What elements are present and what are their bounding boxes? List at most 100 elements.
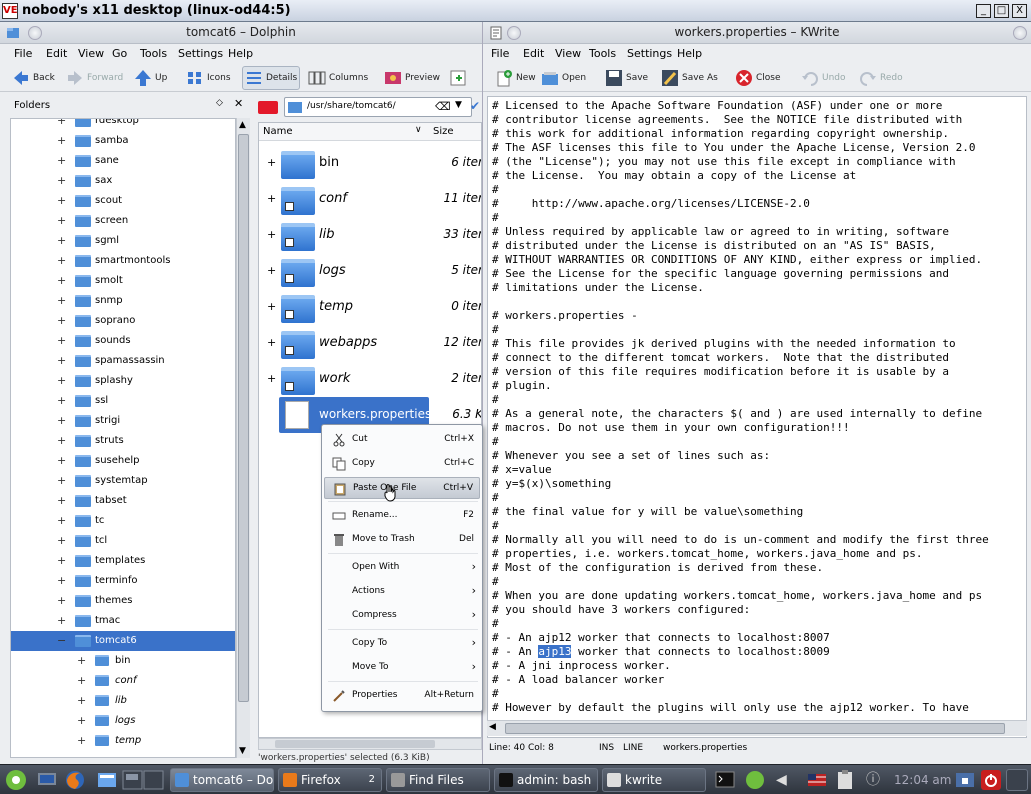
menu-item-move-to-trash[interactable]: Move to Trash Del xyxy=(324,529,480,551)
editor-line[interactable]: # WITHOUT WARRANTIES OR CONDITIONS OF AN… xyxy=(492,253,982,266)
pager-icon[interactable] xyxy=(122,769,164,791)
close-button[interactable]: X xyxy=(1012,4,1027,18)
expand-icon[interactable]: + xyxy=(57,574,66,587)
places-icon[interactable] xyxy=(258,99,278,115)
scroll-up-icon[interactable]: ▲ xyxy=(239,120,246,130)
editor-line-rest[interactable]: worker that connects to localhost:8009 xyxy=(571,645,830,658)
menu-file[interactable]: File xyxy=(491,47,509,60)
editor-line[interactable]: # plugin. xyxy=(492,379,552,392)
start-menu-icon[interactable] xyxy=(4,769,28,791)
editor-line[interactable]: # xyxy=(492,491,499,504)
file-row[interactable]: + lib 33 iter xyxy=(259,217,481,253)
editor-line[interactable]: # xyxy=(492,519,499,532)
chevron-down-icon[interactable]: ▼ xyxy=(455,100,462,110)
expand-icon[interactable]: + xyxy=(267,264,276,277)
expand-icon[interactable]: + xyxy=(77,734,86,747)
menu-view[interactable]: View xyxy=(78,47,104,60)
tree-item[interactable]: + themes xyxy=(11,591,235,611)
menu-item-rename[interactable]: Rename... F2 xyxy=(324,505,480,527)
taskbar-task[interactable]: kwrite xyxy=(602,768,706,792)
editor-line[interactable]: # xyxy=(492,211,499,224)
expand-icon[interactable]: + xyxy=(57,119,66,127)
text-editor[interactable]: # Licensed to the Apache Software Founda… xyxy=(487,96,1027,738)
selection-mode[interactable]: LINE xyxy=(623,743,643,753)
expand-icon[interactable]: + xyxy=(77,654,86,667)
editor-line[interactable]: # macros. Do not use them in your own co… xyxy=(492,421,850,434)
clear-location-icon[interactable]: ⌫ xyxy=(435,100,451,113)
columns-view-button[interactable]: Columns xyxy=(308,66,368,90)
tree-child-item[interactable]: + lib xyxy=(11,691,235,711)
back-button[interactable]: Back xyxy=(12,66,55,90)
expand-icon[interactable]: + xyxy=(77,674,86,687)
tree-item[interactable]: + scout xyxy=(11,191,235,211)
file-hscrollbar[interactable] xyxy=(258,738,482,750)
expand-icon[interactable]: + xyxy=(267,192,276,205)
file-hscroll-thumb[interactable] xyxy=(275,740,435,748)
network-tray-icon[interactable] xyxy=(744,769,766,791)
tree-item[interactable]: + smolt xyxy=(11,271,235,291)
menu-go[interactable]: Go xyxy=(112,47,127,60)
editor-line[interactable]: # xyxy=(492,323,499,336)
confirm-location-icon[interactable]: ✔ xyxy=(470,99,480,113)
window-close-icon[interactable] xyxy=(1013,26,1027,40)
folder-tree[interactable]: + rdesktop + samba + sane + sax + scout + screen + sg… xyxy=(10,118,236,758)
expand-icon[interactable]: + xyxy=(57,214,66,227)
editor-line[interactable]: # Normally all you will need to do is un… xyxy=(492,533,989,546)
expand-icon[interactable]: + xyxy=(267,228,276,241)
expand-icon[interactable]: + xyxy=(57,554,66,567)
editor-line[interactable]: # limitations under the License. xyxy=(492,281,704,294)
location-field[interactable]: /usr/share/tomcat6/ ⌫ ▼ xyxy=(284,97,472,117)
expand-icon[interactable]: − xyxy=(57,634,66,647)
close-document-button[interactable]: Close xyxy=(735,66,781,90)
expand-icon[interactable]: + xyxy=(57,394,66,407)
expand-icon[interactable]: + xyxy=(57,234,66,247)
keyboard-layout-icon[interactable] xyxy=(806,769,828,791)
expand-icon[interactable]: + xyxy=(267,156,276,169)
menu-item-actions[interactable]: Actions › xyxy=(324,581,480,603)
taskbar-task[interactable]: admin: bash xyxy=(494,768,598,792)
tree-item[interactable]: + struts xyxy=(11,431,235,451)
menu-view[interactable]: View xyxy=(555,47,581,60)
kwrite-titlebar[interactable]: workers.properties – KWrite xyxy=(483,22,1031,44)
menu-help[interactable]: Help xyxy=(228,47,253,60)
editor-line[interactable]: # xyxy=(492,393,499,406)
editor-line[interactable]: # xyxy=(492,687,499,700)
editor-line[interactable]: # xyxy=(492,617,499,630)
editor-line[interactable]: # Unless required by applicable law or a… xyxy=(492,225,949,238)
expand-icon[interactable]: + xyxy=(57,194,66,207)
expand-icon[interactable]: + xyxy=(57,314,66,327)
file-row[interactable]: + conf 11 iter xyxy=(259,181,481,217)
lock-screen-icon[interactable] xyxy=(954,769,976,791)
tree-item[interactable]: + snmp xyxy=(11,291,235,311)
tree-scrollbar[interactable]: ▲ ▼ xyxy=(236,118,250,758)
undo-button[interactable]: Undo xyxy=(801,66,846,90)
logout-power-icon[interactable] xyxy=(980,769,1002,791)
menu-item-copy[interactable]: Copy Ctrl+C xyxy=(324,453,480,475)
expand-icon[interactable]: + xyxy=(57,354,66,367)
editor-line[interactable]: # Licensed to the Apache Software Founda… xyxy=(492,99,942,112)
insert-mode[interactable]: INS xyxy=(599,743,614,753)
split-button[interactable] xyxy=(450,66,471,90)
panel-float-icon[interactable]: ◇ xyxy=(216,98,223,108)
tree-child-item[interactable]: + conf xyxy=(11,671,235,691)
editor-line[interactable]: # the License. You may obtain a copy of … xyxy=(492,169,856,182)
expand-icon[interactable]: + xyxy=(57,454,66,467)
expand-icon[interactable]: + xyxy=(57,594,66,607)
tree-item[interactable]: + smartmontools xyxy=(11,251,235,271)
editor-line[interactable]: # - An ajp12 worker that connects to loc… xyxy=(492,631,830,644)
expand-icon[interactable]: + xyxy=(57,534,66,547)
maximize-button[interactable]: □ xyxy=(994,4,1009,18)
editor-line[interactable]: # xyxy=(492,575,499,588)
editor-line[interactable]: # (the "License"); you may not use this … xyxy=(492,155,956,168)
editor-line[interactable]: # http://www.apache.org/licenses/LICENSE… xyxy=(492,197,810,210)
menu-settings[interactable]: Settings xyxy=(627,47,672,60)
expand-icon[interactable]: + xyxy=(57,414,66,427)
file-row[interactable]: + bin 6 iter xyxy=(259,145,481,181)
expand-icon[interactable]: + xyxy=(57,374,66,387)
menu-file[interactable]: File xyxy=(14,47,32,60)
taskbar-task[interactable]: tomcat6 – Do xyxy=(170,768,274,792)
menu-item-properties[interactable]: Properties Alt+Return xyxy=(324,685,480,707)
icons-view-button[interactable]: Icons xyxy=(186,66,231,90)
tree-item[interactable]: + rdesktop xyxy=(11,119,235,131)
expand-icon[interactable]: + xyxy=(57,514,66,527)
